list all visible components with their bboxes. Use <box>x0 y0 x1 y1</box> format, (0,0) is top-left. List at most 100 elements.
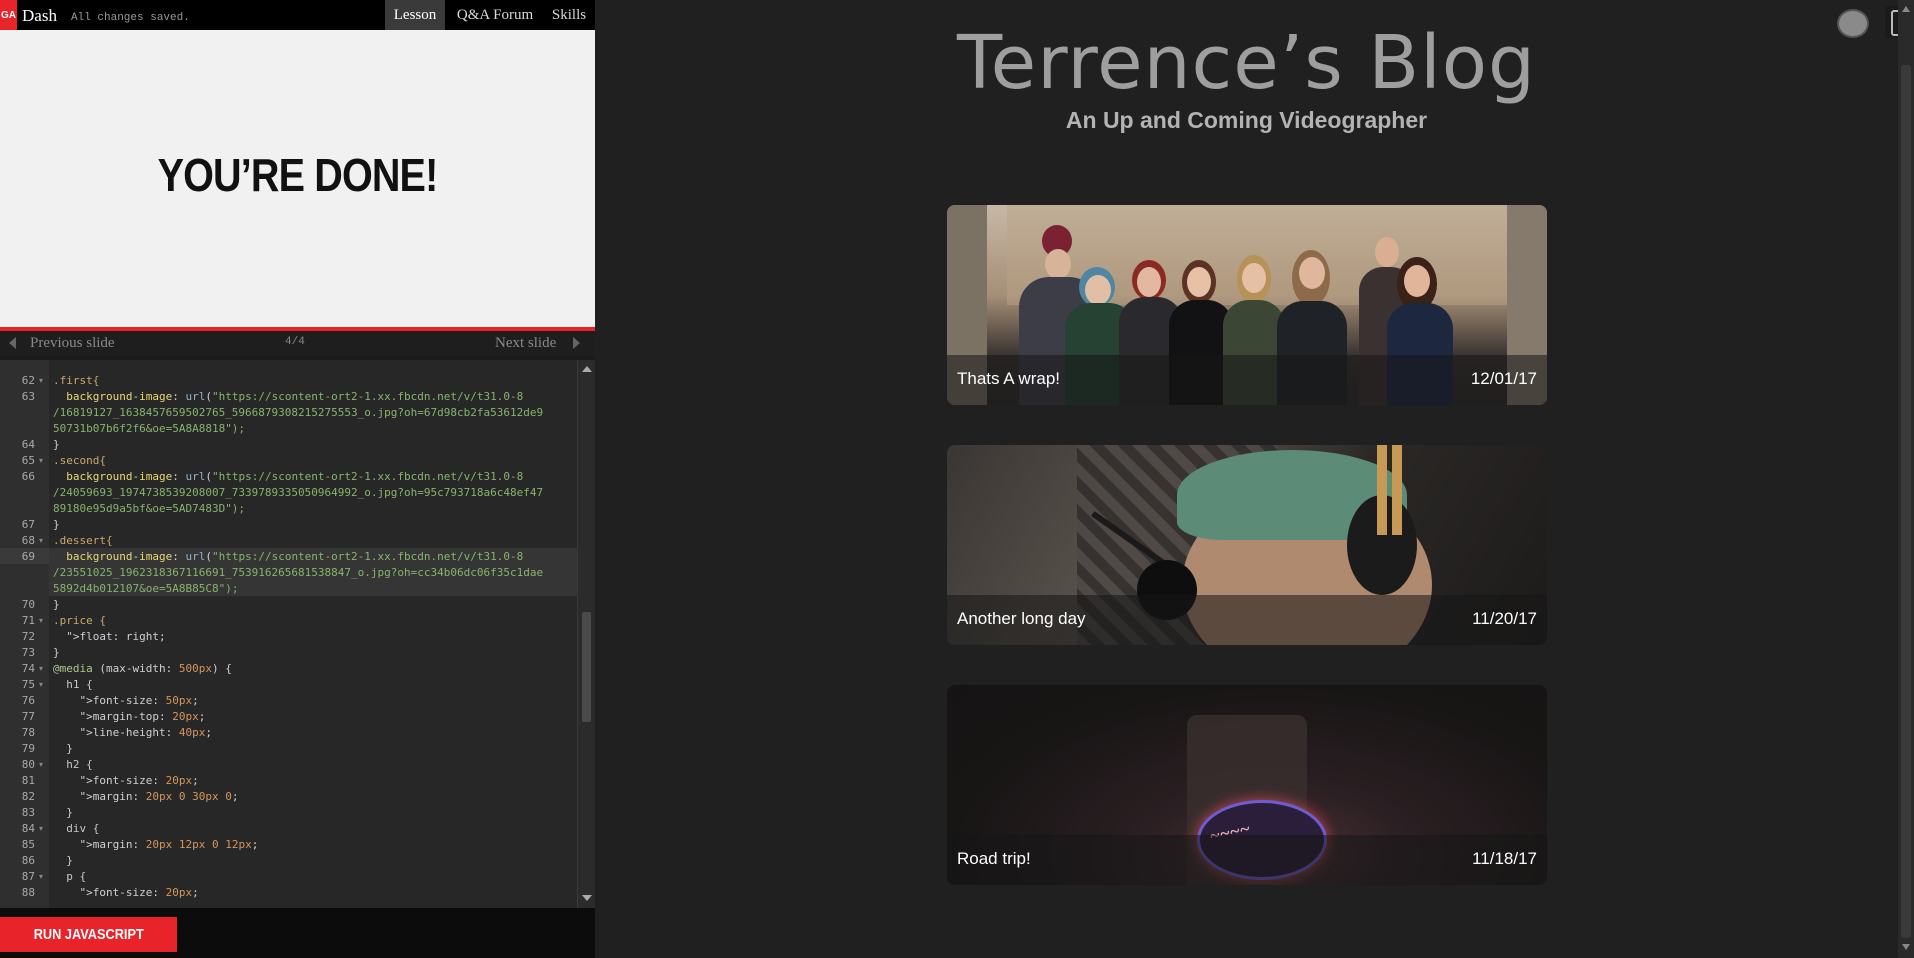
code-line[interactable]: .price { <box>53 614 106 627</box>
code-line[interactable]: ">line-height: 40px; <box>53 726 212 739</box>
code-line[interactable]: ">margin-top: 20px; <box>53 710 206 723</box>
code-line[interactable]: p { <box>53 870 86 883</box>
slide-counter: 4/4 <box>285 336 305 348</box>
code-line[interactable]: 89180e95d9a5bf&oe=5AD7483D"); <box>53 502 245 515</box>
blog-post-card[interactable]: Thats A wrap! 12/01/17 <box>947 205 1547 405</box>
line-number: 63 <box>21 390 35 403</box>
code-line[interactable]: /24059693_1974738539208007_7339789335050… <box>53 486 543 499</box>
fold-arrow-icon[interactable]: ▾ <box>39 760 43 769</box>
tab-skills[interactable]: Skills <box>548 0 590 30</box>
fold-arrow-icon[interactable]: ▾ <box>39 616 43 625</box>
code-line[interactable]: background-image: url("https://scontent-… <box>53 470 523 483</box>
slide-viewer: YOU’RE DONE! <box>0 30 595 327</box>
line-number: 79 <box>21 742 35 755</box>
fold-arrow-icon[interactable]: ▾ <box>39 376 43 385</box>
line-number: 82 <box>21 790 35 803</box>
post-title[interactable]: Another long day <box>957 609 1086 629</box>
scroll-down-icon[interactable] <box>582 895 592 901</box>
blog-title: Terrence’s Blog <box>957 20 1536 106</box>
next-slide-button[interactable]: Next slide <box>495 335 556 352</box>
editor-scroll-thumb[interactable] <box>582 612 591 722</box>
code-line[interactable]: /23551025_1962318367116691_7539162656815… <box>53 566 543 579</box>
line-number: 86 <box>21 854 35 867</box>
line-number: 88 <box>21 886 35 899</box>
code-line[interactable]: 50731b07b6f2f6&oe=5A8A8818"); <box>53 422 245 435</box>
code-line[interactable]: } <box>53 806 73 819</box>
view-toggle-icon[interactable] <box>1837 9 1869 38</box>
code-line[interactable]: background-image: url("https://scontent-… <box>53 550 523 563</box>
code-line[interactable]: } <box>53 438 60 451</box>
code-line[interactable]: /16819127_1638457659502765_5966879308215… <box>53 406 543 419</box>
code-line[interactable]: ">margin: 20px 0 30px 0; <box>53 790 239 803</box>
post-caption-bar: Road trip! 11/18/17 <box>947 835 1547 885</box>
fold-arrow-icon[interactable]: ▾ <box>39 664 43 673</box>
fold-arrow-icon[interactable]: ▾ <box>39 872 43 881</box>
run-javascript-button[interactable]: RUN JAVASCRIPT <box>0 917 177 952</box>
fold-arrow-icon[interactable]: ▾ <box>39 824 43 833</box>
code-line[interactable]: ">font-size: 20px; <box>53 886 199 899</box>
line-number: 71 <box>21 614 35 627</box>
code-line[interactable]: .first{ <box>53 374 99 387</box>
code-line[interactable]: } <box>53 742 73 755</box>
line-number: 77 <box>21 710 35 723</box>
line-number: 83 <box>21 806 35 819</box>
fold-arrow-icon[interactable]: ▾ <box>39 456 43 465</box>
line-number: 74 <box>21 662 35 675</box>
chevron-left-icon[interactable] <box>9 337 16 349</box>
tab-lesson[interactable]: Lesson <box>385 0 445 30</box>
code-line[interactable]: .dessert{ <box>53 534 113 547</box>
line-number: 68 <box>21 534 35 547</box>
scroll-up-icon[interactable] <box>1902 6 1910 12</box>
post-date: 11/20/17 <box>1472 609 1537 628</box>
post-title[interactable]: Thats A wrap! <box>957 369 1060 389</box>
tab-qa-forum[interactable]: Q&A Forum <box>452 0 538 30</box>
code-line[interactable]: ">margin: 20px 12px 0 12px; <box>53 838 259 851</box>
brand-name: Dash <box>22 6 57 25</box>
post-date: 11/18/17 <box>1472 849 1537 868</box>
code-line[interactable]: ">font-size: 20px; <box>53 774 199 787</box>
code-line[interactable]: } <box>53 854 73 867</box>
top-bar: GA Dash All changes saved. Lesson Q&A Fo… <box>0 0 595 30</box>
code-line[interactable]: 5892d4b012107&oe=5A8B85C8"); <box>53 582 238 595</box>
preview-scroll-thumb[interactable] <box>1901 65 1911 938</box>
post-title[interactable]: Road trip! <box>957 849 1031 869</box>
chevron-right-icon[interactable] <box>573 337 580 349</box>
code-line[interactable]: @media (max-width: 500px) { <box>53 662 232 675</box>
line-number: 81 <box>21 774 35 787</box>
code-line[interactable]: h1 { <box>53 678 93 691</box>
line-number: 66 <box>21 470 35 483</box>
line-number: 80 <box>21 758 35 771</box>
code-line[interactable]: } <box>53 598 60 611</box>
scroll-down-icon[interactable] <box>1902 944 1910 950</box>
line-number: 62 <box>21 374 35 387</box>
line-number: 87 <box>21 870 35 883</box>
code-line[interactable]: } <box>53 518 60 531</box>
blog-post-card[interactable]: ~~~~ Road trip! 11/18/17 <box>947 685 1547 885</box>
code-line[interactable]: ">font-size: 50px; <box>53 694 199 707</box>
line-number: 76 <box>21 694 35 707</box>
preview-pane: Terrence’s Blog An Up and Coming Videogr… <box>595 0 1914 958</box>
scroll-up-icon[interactable] <box>582 366 592 372</box>
code-line[interactable]: } <box>53 646 60 659</box>
line-number: 70 <box>21 598 35 611</box>
code-line[interactable]: ">float: right; <box>53 630 165 643</box>
code-line[interactable]: div { <box>53 822 99 835</box>
save-status: All changes saved. <box>71 12 190 24</box>
line-number: 84 <box>21 822 35 835</box>
preview-scrollbar[interactable] <box>1898 0 1914 958</box>
code-editor[interactable]: 61 62 ▾ .first{ 63 background-image: url("ht… <box>0 360 595 908</box>
line-number: 72 <box>21 630 35 643</box>
slide-heading: YOU’RE DONE! <box>157 149 439 201</box>
previous-slide-button[interactable]: Previous slide <box>30 335 115 352</box>
blog-post-card[interactable]: Another long day 11/20/17 <box>947 445 1547 645</box>
code-line[interactable]: background-image: url("https://scontent-… <box>53 390 523 403</box>
code-line[interactable]: h2 { <box>53 758 93 771</box>
post-date: 12/01/17 <box>1470 369 1537 388</box>
fold-arrow-icon[interactable]: ▾ <box>39 680 43 689</box>
code-line[interactable]: .second{ <box>53 454 106 467</box>
slide-navigation: Previous slide 4/4 Next slide <box>0 331 595 356</box>
line-number: 73 <box>21 646 35 659</box>
editor-scrollbar[interactable] <box>577 360 595 908</box>
line-number: 61 <box>0 360 35 363</box>
fold-arrow-icon[interactable]: ▾ <box>39 536 43 545</box>
